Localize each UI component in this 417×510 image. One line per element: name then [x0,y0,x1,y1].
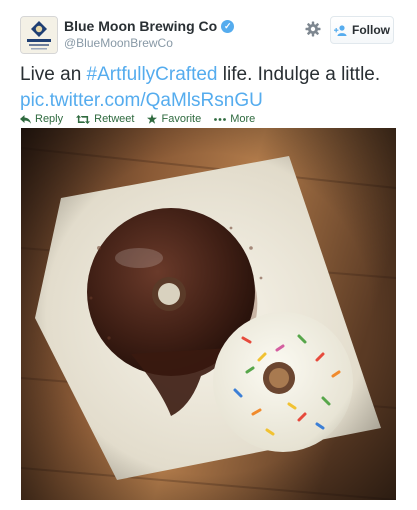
gear-icon[interactable] [304,20,322,38]
favorite-button[interactable]: Favorite [147,113,201,125]
media-link[interactable]: pic.twitter.com/QaMlsRsnGU [20,90,263,111]
retweet-icon [76,114,91,124]
blue-moon-logo [21,17,57,53]
avatar[interactable] [20,16,58,54]
hashtag-link[interactable]: #ArtfullyCrafted [87,64,218,85]
follow-button[interactable]: Follow [330,16,394,44]
tweet-photo[interactable] [21,128,396,500]
reply-label: Reply [35,113,64,125]
tweet-text: Live an #ArtfullyCrafted life. Indulge a… [20,62,405,114]
more-label: More [230,113,256,125]
name-row: Blue Moon Brewing Co ✓ [64,17,235,35]
tweet-text-end: life. Indulge a little. [217,64,381,85]
display-name[interactable]: Blue Moon Brewing Co [64,18,217,34]
tweet-card: Blue Moon Brewing Co ✓ @BlueMoonBrewCo F… [0,0,417,510]
favorite-label: Favorite [161,113,202,125]
more-button[interactable]: More [214,113,255,125]
reply-icon [20,114,31,124]
follow-label: Follow [352,23,390,37]
donuts-photo [21,128,396,500]
tweet-actions: Reply Retweet Favorite More [20,112,255,126]
verified-badge-icon: ✓ [221,19,235,33]
retweet-button[interactable]: Retweet [76,113,134,125]
retweet-label: Retweet [94,113,135,125]
star-icon [147,114,158,124]
tweet-text-start: Live an [20,64,87,85]
ellipsis-icon [214,117,227,121]
reply-button[interactable]: Reply [20,113,63,125]
screen-name[interactable]: @BlueMoonBrewCo [64,36,173,50]
person-add-icon [334,24,347,36]
